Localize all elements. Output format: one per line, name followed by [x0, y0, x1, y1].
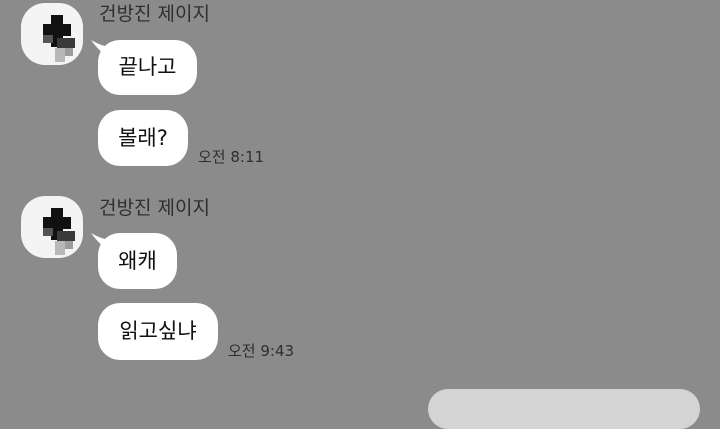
message-bubble[interactable]: 왜캐	[98, 233, 177, 289]
avatar[interactable]	[21, 196, 83, 258]
avatar[interactable]	[21, 3, 83, 65]
message-timestamp: 오전 8:11	[198, 148, 265, 166]
message-timestamp: 오전 9:43	[228, 342, 295, 360]
my-message-bubble[interactable]	[428, 389, 700, 429]
message-bubble[interactable]: 볼래?	[98, 110, 188, 166]
message-bubble[interactable]: 읽고싶냐	[98, 303, 218, 360]
message-bubble[interactable]: 끝나고	[98, 40, 197, 95]
sender-name: 건방진 제이지	[99, 197, 210, 219]
sender-name: 건방진 제이지	[99, 3, 210, 25]
